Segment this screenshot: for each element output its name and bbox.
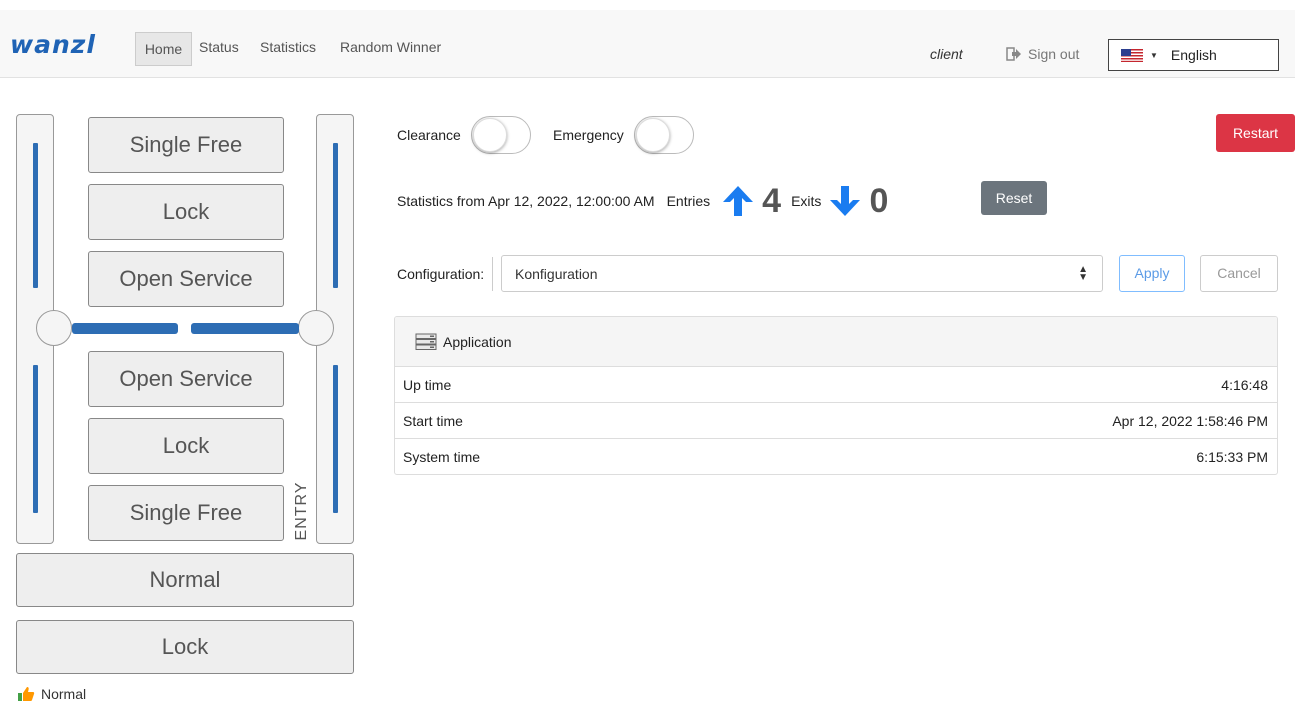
user-name: client bbox=[930, 46, 963, 62]
exits-count: 0 bbox=[869, 181, 889, 220]
emergency-toggle[interactable] bbox=[633, 116, 694, 154]
configuration-select[interactable]: Konfiguration ▲ ▼ bbox=[501, 255, 1103, 292]
signout-label: Sign out bbox=[1028, 46, 1080, 62]
emergency-toggle-row: Emergency bbox=[553, 116, 694, 154]
configuration-value: Konfiguration bbox=[515, 265, 598, 282]
clearance-label: Clearance bbox=[397, 127, 461, 143]
entry-label: ENTRY bbox=[293, 481, 310, 541]
top-navbar: wanzl Home Status Statistics Random Winn… bbox=[0, 10, 1295, 78]
left-gate-arm bbox=[72, 323, 178, 334]
toggle-knob bbox=[472, 118, 507, 152]
reset-button[interactable]: Reset bbox=[981, 181, 1047, 215]
lower-lock-button[interactable]: Lock bbox=[88, 418, 284, 474]
signout-icon bbox=[1006, 47, 1021, 61]
nav-statistics[interactable]: Statistics bbox=[260, 36, 316, 69]
apply-button[interactable]: Apply bbox=[1119, 255, 1185, 292]
chevron-down-icon: ▼ bbox=[1150, 50, 1158, 60]
right-rail-upper-bar bbox=[333, 143, 338, 288]
row-value: Apr 12, 2022 1:58:46 PM bbox=[1112, 412, 1268, 429]
clearance-toggle-row: Clearance bbox=[397, 116, 531, 154]
nav-home[interactable]: Home bbox=[135, 32, 192, 66]
row-key: Up time bbox=[403, 376, 452, 393]
upper-open-service-button[interactable]: Open Service bbox=[88, 251, 284, 307]
configuration-label: Configuration: bbox=[397, 257, 494, 291]
panel-title: Application bbox=[443, 333, 512, 350]
status-label: Normal bbox=[41, 686, 87, 702]
arrow-up-icon bbox=[723, 186, 754, 216]
nav-random-winner[interactable]: Random Winner bbox=[340, 36, 441, 69]
nav-status[interactable]: Status bbox=[199, 36, 239, 69]
clearance-toggle[interactable] bbox=[470, 116, 531, 154]
restart-button[interactable]: Restart bbox=[1216, 114, 1295, 152]
thumbs-up-icon bbox=[18, 687, 35, 701]
right-gate-hinge bbox=[298, 310, 334, 346]
lower-open-service-button[interactable]: Open Service bbox=[88, 351, 284, 407]
cancel-button[interactable]: Cancel bbox=[1200, 255, 1278, 292]
row-value: 4:16:48 bbox=[1221, 376, 1268, 393]
application-panel: Application Up time 4:16:48 Start time A… bbox=[394, 316, 1278, 475]
server-icon bbox=[415, 333, 437, 350]
sort-icon: ▲ ▼ bbox=[1078, 264, 1088, 283]
arrow-down-icon bbox=[830, 186, 861, 216]
language-label: English bbox=[1170, 47, 1217, 63]
entries-label: Entries bbox=[666, 193, 711, 209]
system-time-row: System time 6:15:33 PM bbox=[395, 439, 1277, 474]
exits-label: Exits bbox=[791, 193, 822, 209]
entries-count: 4 bbox=[762, 181, 782, 220]
lock-mode-button[interactable]: Lock bbox=[16, 620, 354, 674]
lower-single-free-button[interactable]: Single Free bbox=[88, 485, 284, 541]
row-key: Start time bbox=[403, 412, 463, 429]
start-time-row: Start time Apr 12, 2022 1:58:46 PM bbox=[395, 403, 1277, 439]
normal-mode-button[interactable]: Normal bbox=[16, 553, 354, 607]
language-select[interactable]: ▼ English bbox=[1108, 39, 1279, 71]
upper-lock-button[interactable]: Lock bbox=[88, 184, 284, 240]
right-gate-arm bbox=[191, 323, 299, 334]
row-value: 6:15:33 PM bbox=[1196, 449, 1268, 465]
row-key: System time bbox=[403, 449, 481, 465]
left-gate-hinge bbox=[36, 310, 72, 346]
signout-link[interactable]: Sign out bbox=[1006, 46, 1079, 62]
left-rail-upper-bar bbox=[33, 143, 38, 288]
stats-prefix: Statistics from Apr 12, 2022, 12:00:00 A… bbox=[397, 193, 655, 209]
us-flag-icon bbox=[1121, 48, 1143, 62]
uptime-row: Up time 4:16:48 bbox=[395, 367, 1277, 403]
upper-single-free-button[interactable]: Single Free bbox=[88, 117, 284, 173]
statistics-line: Statistics from Apr 12, 2022, 12:00:00 A… bbox=[397, 181, 898, 221]
system-status: Normal bbox=[17, 686, 86, 702]
wanzl-logo[interactable]: wanzl bbox=[10, 31, 96, 59]
right-rail-lower-bar bbox=[333, 365, 338, 513]
toggle-knob bbox=[635, 118, 670, 152]
left-rail-lower-bar bbox=[33, 365, 38, 513]
entry-label-wrap: ENTRY bbox=[290, 477, 314, 547]
emergency-label: Emergency bbox=[553, 127, 624, 143]
panel-header: Application bbox=[395, 317, 1277, 367]
